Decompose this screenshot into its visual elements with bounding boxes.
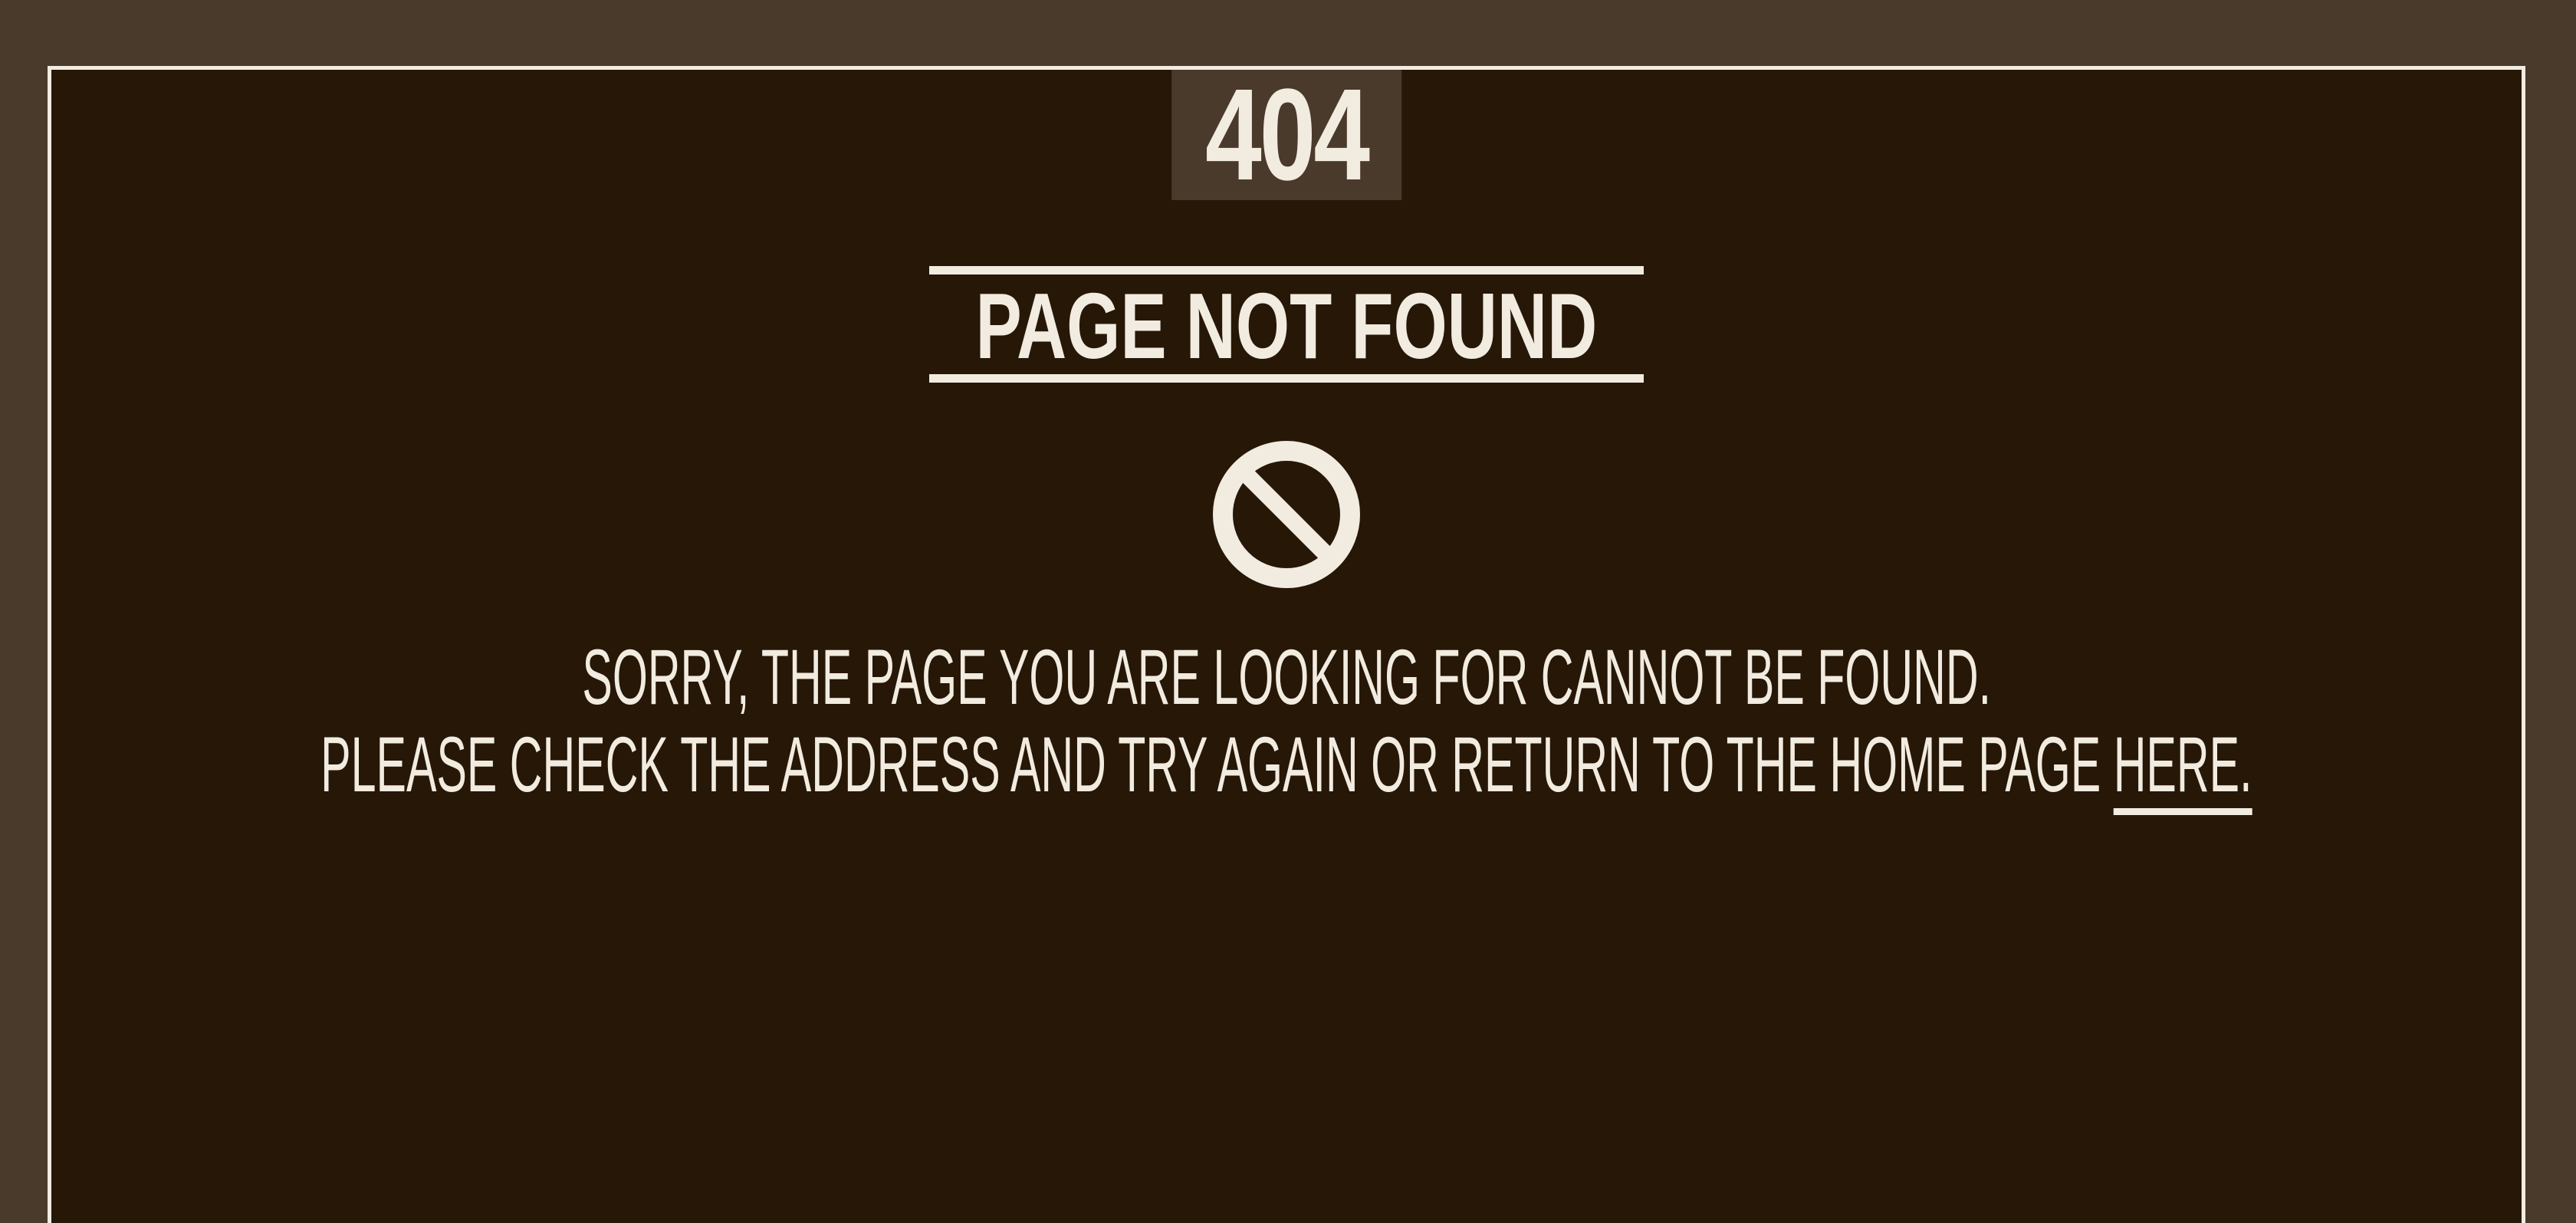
page-title: PAGE NOT FOUND (929, 266, 1644, 383)
content-frame: 404 PAGE NOT FOUND SORRY, THE PAGE YOU A… (48, 66, 2525, 1223)
page-title-text: PAGE NOT FOUND (975, 274, 1598, 378)
error-code: 404 (1171, 70, 1401, 200)
message-line-1-text: SORRY, THE PAGE YOU ARE LOOKING FOR CANN… (582, 633, 1991, 721)
message-line-2: PLEASE CHECK THE ADDRESS AND TRY AGAIN O… (51, 721, 2522, 815)
prohibited-icon-svg (1213, 441, 1360, 588)
error-message: SORRY, THE PAGE YOU ARE LOOKING FOR CANN… (51, 633, 2522, 815)
message-line-2-inner: PLEASE CHECK THE ADDRESS AND TRY AGAIN O… (320, 721, 2252, 815)
page-title-wrap: PAGE NOT FOUND (51, 266, 2522, 383)
message-line-2-text: PLEASE CHECK THE ADDRESS AND TRY AGAIN O… (320, 721, 2114, 808)
error-code-text: 404 (1205, 62, 1370, 208)
message-line-1: SORRY, THE PAGE YOU ARE LOOKING FOR CANN… (51, 633, 2522, 721)
prohibited-icon (1211, 439, 1362, 590)
home-link[interactable]: HERE. (2113, 721, 2252, 815)
